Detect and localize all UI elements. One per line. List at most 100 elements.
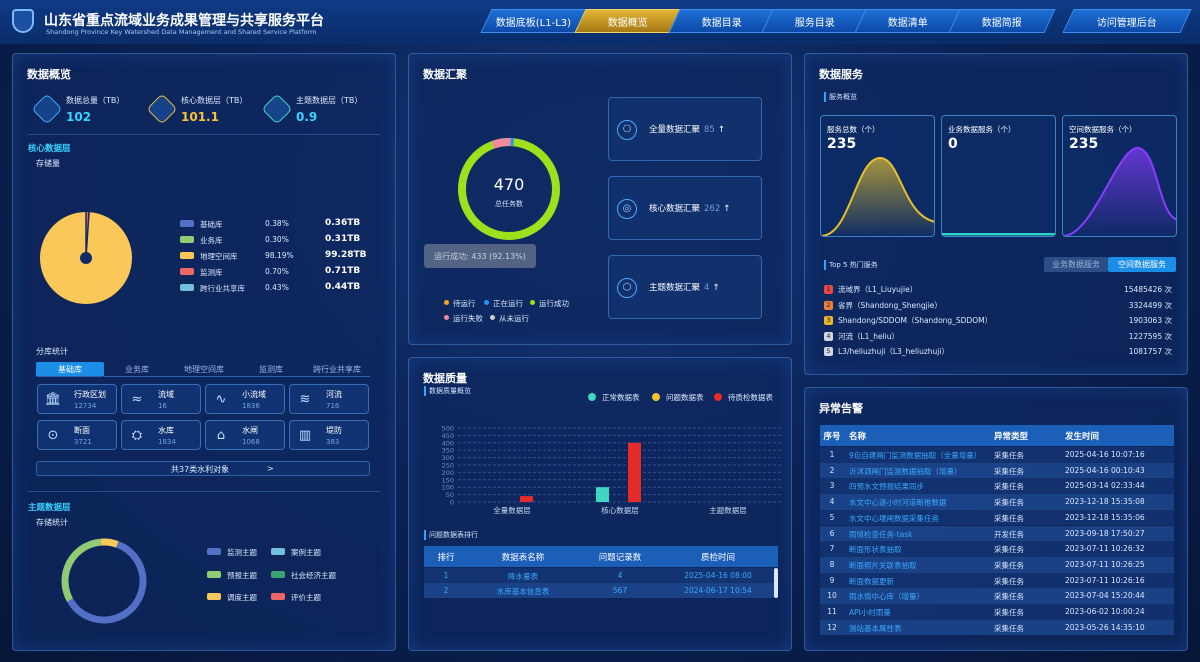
table-cell: 2023-05-26 14:35:10 [1065, 622, 1145, 632]
total-tasks-label: 总任务数 [495, 200, 523, 208]
column-header: 名称 [849, 432, 867, 442]
aggregation-card[interactable]: ⬡ 主题数据汇聚 4 ↑ [608, 255, 762, 319]
table-cell: 采集任务 [994, 482, 1024, 492]
top5-title: Top 5 热门服务 [824, 260, 878, 270]
table-cell: 6 [829, 528, 835, 538]
service-name[interactable]: L3/heliuzhuji（L3_heliuzhuji） [838, 346, 949, 357]
table-cell: 降水量表 [508, 572, 538, 581]
object-cell[interactable]: ≈ 流域 16 [121, 384, 201, 414]
y-tick-label: 50 [446, 491, 454, 499]
tab-business-service[interactable]: 业务数据服务 [1044, 257, 1108, 272]
service-card-value: 235 [827, 136, 857, 152]
storage-pie-chart [40, 211, 132, 304]
object-cell[interactable]: ▥ 堤防 383 [289, 420, 369, 450]
legend-dot [652, 393, 660, 401]
service-name[interactable]: Shandong/SDDOM（Shandong_SDDOM） [838, 315, 992, 326]
quality-overview-label: 数据质量概览 [424, 386, 471, 396]
tab-monitor[interactable]: 监测库 [238, 362, 304, 377]
object-name: 堤防 [326, 426, 342, 435]
table-cell: 567 [612, 586, 628, 595]
table-cell: 2 [829, 465, 835, 475]
aggregation-icon: ⎔ [617, 120, 637, 140]
more-objects-button[interactable]: 共37类水利对象 > [36, 461, 370, 476]
legend-dot [530, 300, 535, 305]
y-tick-label: 400 [442, 439, 454, 447]
tab-cross-industry[interactable]: 跨行业共享库 [304, 362, 370, 377]
object-cell[interactable]: ⊙ 断面 3721 [37, 420, 117, 450]
legend-dot [444, 315, 449, 320]
storage-percent: 98.19% [265, 251, 294, 260]
rank-badge: 2 [824, 300, 833, 310]
service-count: 1081757 次 [1128, 347, 1172, 356]
service-card[interactable]: 服务总数（个） 235 [820, 115, 935, 237]
y-tick-label: 300 [442, 454, 454, 462]
tab-basic[interactable]: 基础库 [36, 362, 104, 377]
quality-bar[interactable] [520, 496, 533, 502]
aggregation-count: 85 [704, 125, 715, 135]
table-cell: 2025-04-16 08:00 [684, 571, 752, 580]
column-header: 序号 [823, 432, 841, 442]
table-cell: 2024-06-17 10:54 [684, 586, 752, 595]
service-card-label: 业务数据服务（个） [948, 125, 1016, 134]
app-title: 山东省重点流域业务成果管理与共享服务平台 [44, 13, 324, 29]
quality-bar[interactable] [596, 487, 609, 502]
quality-bar[interactable] [628, 442, 641, 502]
y-tick-label: 450 [442, 432, 454, 440]
object-count: 383 [326, 438, 340, 446]
object-cell[interactable]: ≋ 河流 716 [289, 384, 369, 414]
storage-size: 0.71TB [325, 266, 361, 276]
service-card[interactable]: 业务数据服务（个） 0 [941, 115, 1056, 237]
theme-name: 监测主题 [227, 548, 257, 557]
rank-badge: 1 [824, 285, 833, 294]
nav-data-base[interactable]: 数据底板(L1-L3) [480, 9, 588, 33]
service-name[interactable]: 河流（L1_heliu） [838, 331, 899, 342]
nav-data-catalog[interactable]: 数据目录 [668, 9, 776, 33]
table-cell: 8 [829, 559, 835, 569]
aggregation-card[interactable]: ⎔ 全量数据汇聚 85 ↑ [608, 97, 762, 161]
tab-business[interactable]: 业务库 [104, 362, 170, 377]
object-cell[interactable]: ⌂ 水闸 1068 [205, 420, 285, 450]
nav-data-overview[interactable]: 数据概览 [574, 9, 682, 33]
object-cell[interactable]: ⛭ 水库 1834 [121, 420, 201, 450]
theme-name: 评价主题 [291, 593, 321, 602]
aggregation-icon: ⬡ [617, 278, 637, 298]
legend-dot [588, 393, 596, 401]
table-cell: 2025-04-16 10:07:16 [1065, 450, 1145, 459]
object-icon: ≋ [299, 392, 311, 407]
table-cell: 采集任务 [994, 560, 1024, 570]
nav-admin[interactable]: 访问管理后台 [1062, 9, 1192, 33]
table-cell: 采集任务 [994, 592, 1024, 602]
nav-data-brief[interactable]: 数据简报 [948, 9, 1056, 33]
aggregation-card[interactable]: ◎ 核心数据汇聚 262 ↑ [608, 176, 762, 240]
object-icon: ⛭ [131, 428, 143, 443]
tab-geo[interactable]: 地理空间库 [170, 362, 238, 377]
service-card-value: 0 [948, 136, 958, 152]
service-name[interactable]: 流域界（L1_Liuyujie） [838, 284, 917, 295]
branch-stats-title: 分库统计 [36, 347, 68, 356]
service-count: 3324499 次 [1128, 300, 1172, 310]
table-cell: 2023-07-04 15:20:44 [1065, 591, 1145, 601]
rank-badge: 3 [824, 316, 833, 325]
service-count: 1903063 次 [1128, 316, 1172, 325]
kpi-total-label: 数据总量（TB） [66, 96, 125, 105]
divider [28, 134, 380, 135]
scrollbar[interactable] [774, 568, 778, 598]
logo-icon [12, 9, 34, 33]
table-cell: 水文中心逐小时河道断推数据 [849, 498, 947, 508]
rank-badge: 5 [824, 347, 833, 356]
object-cell[interactable]: 🏛 行政区划 12734 [37, 384, 117, 414]
nav-data-list[interactable]: 数据清单 [854, 9, 962, 33]
table-cell: 水文中心堰闸数据采集任务 [849, 513, 939, 523]
service-name[interactable]: 省界（Shandong_Shengjie） [838, 300, 942, 311]
service-card[interactable]: 空间数据服务（个） 235 [1062, 115, 1177, 237]
object-cell[interactable]: ∿ 小流域 1836 [205, 384, 285, 414]
nav-service-catalog[interactable]: 服务目录 [761, 9, 869, 33]
storage-percent: 0.70% [265, 267, 289, 276]
object-icon: ▥ [298, 428, 312, 443]
legend-dot [490, 315, 495, 320]
y-tick-label: 500 [442, 425, 454, 433]
tab-spatial-service[interactable]: 空间数据服务 [1108, 257, 1176, 272]
task-legend-label: 运行成功 [539, 299, 569, 308]
quality-title: 数据质量 [423, 372, 467, 385]
service-count: 15485426 次 [1123, 285, 1172, 294]
